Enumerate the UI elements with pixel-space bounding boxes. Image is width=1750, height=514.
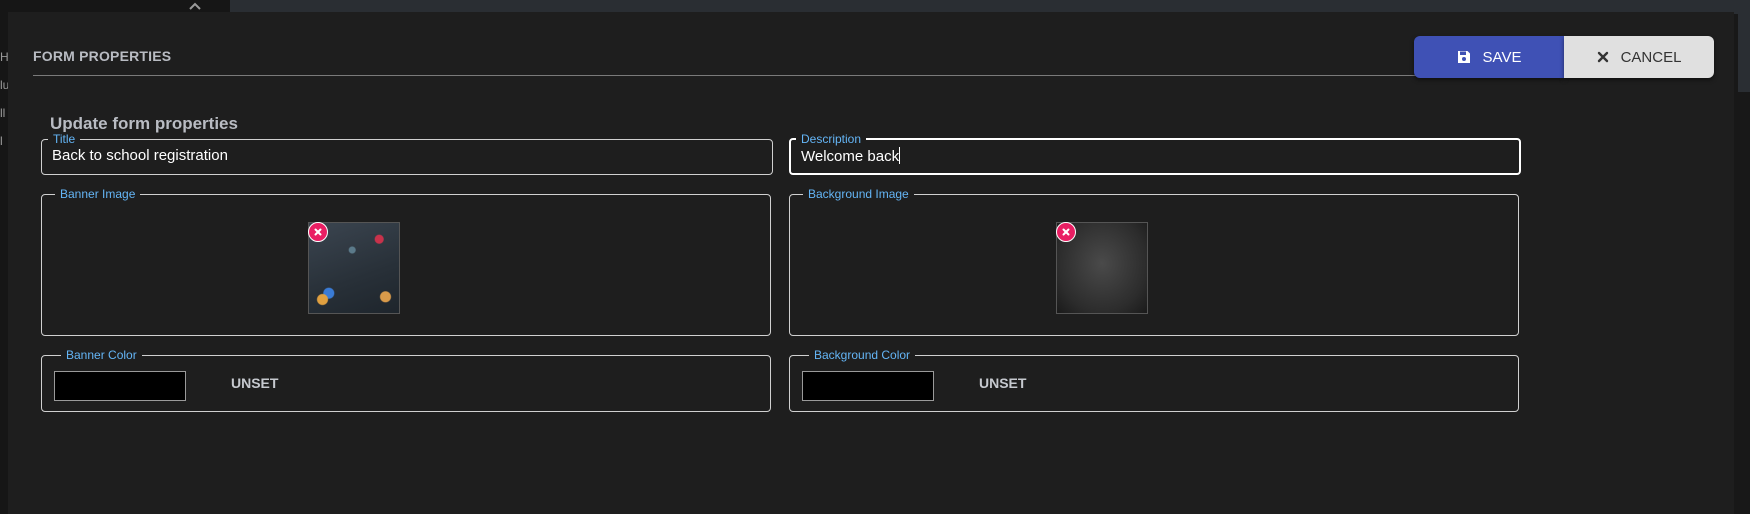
banner-color-unset-button[interactable]: UNSET — [231, 375, 278, 391]
banner-image-thumbnail[interactable] — [308, 222, 400, 314]
remove-image-icon[interactable] — [308, 222, 328, 242]
header-divider — [33, 75, 1538, 76]
description-input[interactable]: Welcome back — [801, 147, 901, 165]
banner-color-swatch[interactable] — [54, 371, 186, 401]
banner-image-field: Banner Image — [41, 187, 771, 336]
save-label: SAVE — [1482, 48, 1522, 66]
close-icon — [1597, 51, 1608, 63]
background-color-swatch[interactable] — [802, 371, 934, 401]
banner-color-field: Banner Color UNSET — [41, 348, 771, 412]
background-color-field: Background Color UNSET — [789, 348, 1519, 412]
background-image-label: Background Image — [803, 187, 914, 201]
save-button[interactable]: SAVE — [1414, 36, 1564, 78]
background-image-thumbnail[interactable] — [1056, 222, 1148, 314]
title-input[interactable]: Back to school registration — [52, 147, 228, 164]
dialog-title: FORM PROPERTIES — [33, 48, 172, 64]
form-properties-dialog: FORM PROPERTIES SAVE CANCEL Update form … — [8, 12, 1734, 514]
title-field[interactable]: Title Back to school registration — [41, 132, 773, 175]
description-value: Welcome back — [801, 148, 900, 165]
description-field-label: Description — [796, 132, 867, 146]
text-caret — [899, 147, 901, 164]
sidebar-fragment: l — [0, 134, 3, 148]
background-image-field: Background Image — [789, 187, 1519, 336]
section-title: Update form properties — [50, 114, 238, 133]
background-app-edge — [1738, 14, 1750, 92]
description-field[interactable]: Description Welcome back — [789, 132, 1521, 175]
banner-color-label: Banner Color — [61, 348, 142, 362]
floppy-disk-icon — [1457, 51, 1470, 63]
remove-image-icon[interactable] — [1056, 222, 1076, 242]
background-color-label: Background Color — [809, 348, 916, 362]
title-field-label: Title — [48, 132, 81, 146]
banner-image-label: Banner Image — [55, 187, 141, 201]
cancel-label: CANCEL — [1620, 48, 1682, 66]
sidebar-fragment: ll — [0, 106, 6, 120]
background-color-unset-button[interactable]: UNSET — [979, 375, 1026, 391]
cancel-button[interactable]: CANCEL — [1564, 36, 1714, 78]
